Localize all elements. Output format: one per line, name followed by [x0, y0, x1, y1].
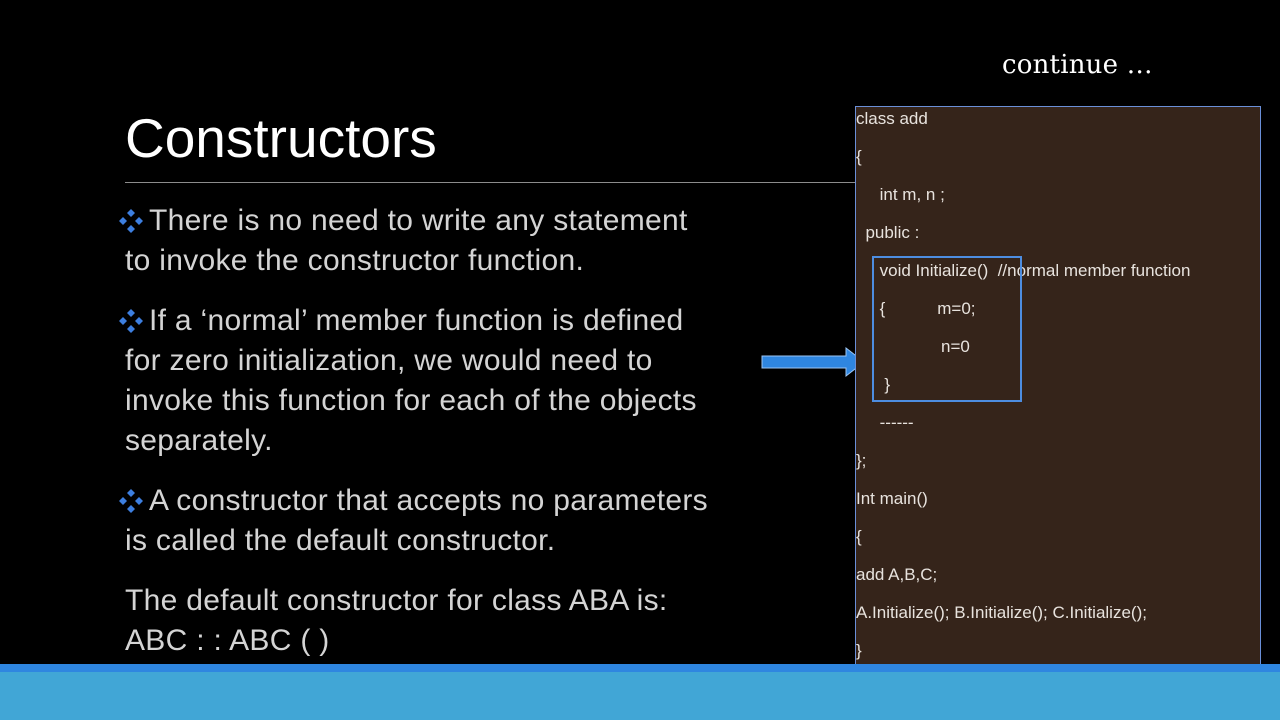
code-line: };	[856, 451, 867, 470]
diamond-cluster-icon	[119, 489, 143, 513]
code-line: Int main()	[856, 489, 928, 508]
code-line: public :	[856, 223, 920, 242]
bullet-line: invoke this function for each of the obj…	[125, 384, 697, 417]
code-line: {	[856, 147, 862, 166]
code-line: }	[856, 641, 862, 660]
diamond-cluster-icon	[119, 309, 143, 333]
code-line: class add	[856, 109, 928, 128]
note-line: ABC : : ABC ( )	[125, 624, 330, 657]
bullet-line: for zero initialization, we would need t…	[125, 344, 653, 377]
initialize-highlight-box	[872, 256, 1022, 402]
bullet-line: There is no need to write any statement	[149, 204, 688, 237]
bullet-line: to invoke the constructor function.	[125, 244, 585, 277]
code-line: ------	[856, 413, 914, 432]
code-line: A.Initialize(); B.Initialize(); C.Initia…	[856, 603, 1147, 622]
note-line: The default constructor for class ABA is…	[125, 584, 668, 617]
bullet-item: If a ‘normal’ member function is defined…	[119, 301, 805, 461]
diamond-cluster-icon	[119, 209, 143, 233]
footer-bar	[0, 672, 1280, 720]
bullet-text: A constructor that accepts no parameters…	[125, 481, 805, 561]
code-line: add A,B,C;	[856, 565, 938, 584]
right-arrow-icon	[761, 346, 865, 378]
bullet-line: is called the default constructor.	[125, 524, 556, 557]
default-constructor-note: The default constructor for class ABA is…	[125, 581, 805, 661]
code-line: {	[856, 527, 862, 546]
slide-title: Constructors	[125, 107, 437, 169]
bullet-text: If a ‘normal’ member function is defined…	[125, 301, 805, 461]
code-line: int m, n ;	[856, 185, 945, 204]
bullet-line: separately.	[125, 424, 273, 457]
title-divider	[125, 182, 855, 183]
footer-accent-line	[0, 664, 1280, 672]
continue-label: continue …	[1002, 50, 1153, 80]
bullet-line: If a ‘normal’ member function is defined	[149, 304, 684, 337]
bullet-line: A constructor that accepts no parameters	[149, 484, 708, 517]
bullet-item: A constructor that accepts no parameters…	[119, 481, 805, 561]
bullet-item: There is no need to write any statement …	[119, 201, 805, 281]
bullet-list: There is no need to write any statement …	[119, 201, 805, 661]
bullet-text: There is no need to write any statement …	[125, 201, 805, 281]
slide: continue … Constructors There is no need…	[0, 0, 1280, 720]
